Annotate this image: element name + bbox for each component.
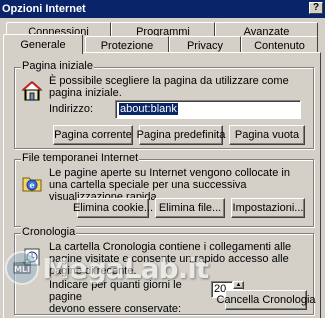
address-value: about:blank <box>119 103 178 115</box>
home-group-title: Pagina iniziale <box>21 60 94 72</box>
ie-folder-icon: e <box>22 177 42 192</box>
tab-generale[interactable]: Generale <box>3 34 83 54</box>
default-page-button[interactable]: Pagina predefinita <box>137 125 225 145</box>
spin-up-icon[interactable]: ▲ <box>233 281 244 289</box>
svg-text:e: e <box>29 180 34 190</box>
current-page-button[interactable]: Pagina corrente <box>53 125 133 145</box>
delete-files-button[interactable]: Elimina file... <box>155 198 225 218</box>
help-button[interactable]: ? <box>309 2 323 14</box>
history-icon <box>22 248 40 266</box>
blank-page-button[interactable]: Pagina vuota <box>229 125 305 145</box>
title-bar: Opzioni Internet ? <box>0 0 325 18</box>
history-days-label: Indicare per quanti giorni le pagine dev… <box>49 279 182 315</box>
temp-files-group: File temporanei Internet e Le pagine ape… <box>14 152 314 227</box>
delete-cookies-button[interactable]: Elimina cookie... <box>73 198 153 218</box>
tab-panel-generale: Pagina iniziale È possibile scegliere la… <box>3 52 321 318</box>
history-group: Cronologia La cartella Cronologia contie… <box>14 226 316 315</box>
home-page-group: Pagina iniziale È possibile scegliere la… <box>14 60 314 149</box>
temp-group-title: File temporanei Internet <box>21 152 140 164</box>
history-group-title: Cronologia <box>21 226 77 238</box>
house-icon <box>21 81 43 101</box>
address-input[interactable]: about:blank <box>115 100 301 119</box>
settings-button[interactable]: Impostazioni... <box>231 198 305 218</box>
window-title: Opzioni Internet <box>2 3 86 15</box>
home-description: È possibile scegliere la pagina da utili… <box>49 75 289 99</box>
history-description: La cartella Cronologia contiene i colleg… <box>49 241 292 277</box>
address-label: Indirizzo: <box>49 103 94 115</box>
clear-history-button[interactable]: Cancella Cronologia <box>216 290 316 310</box>
